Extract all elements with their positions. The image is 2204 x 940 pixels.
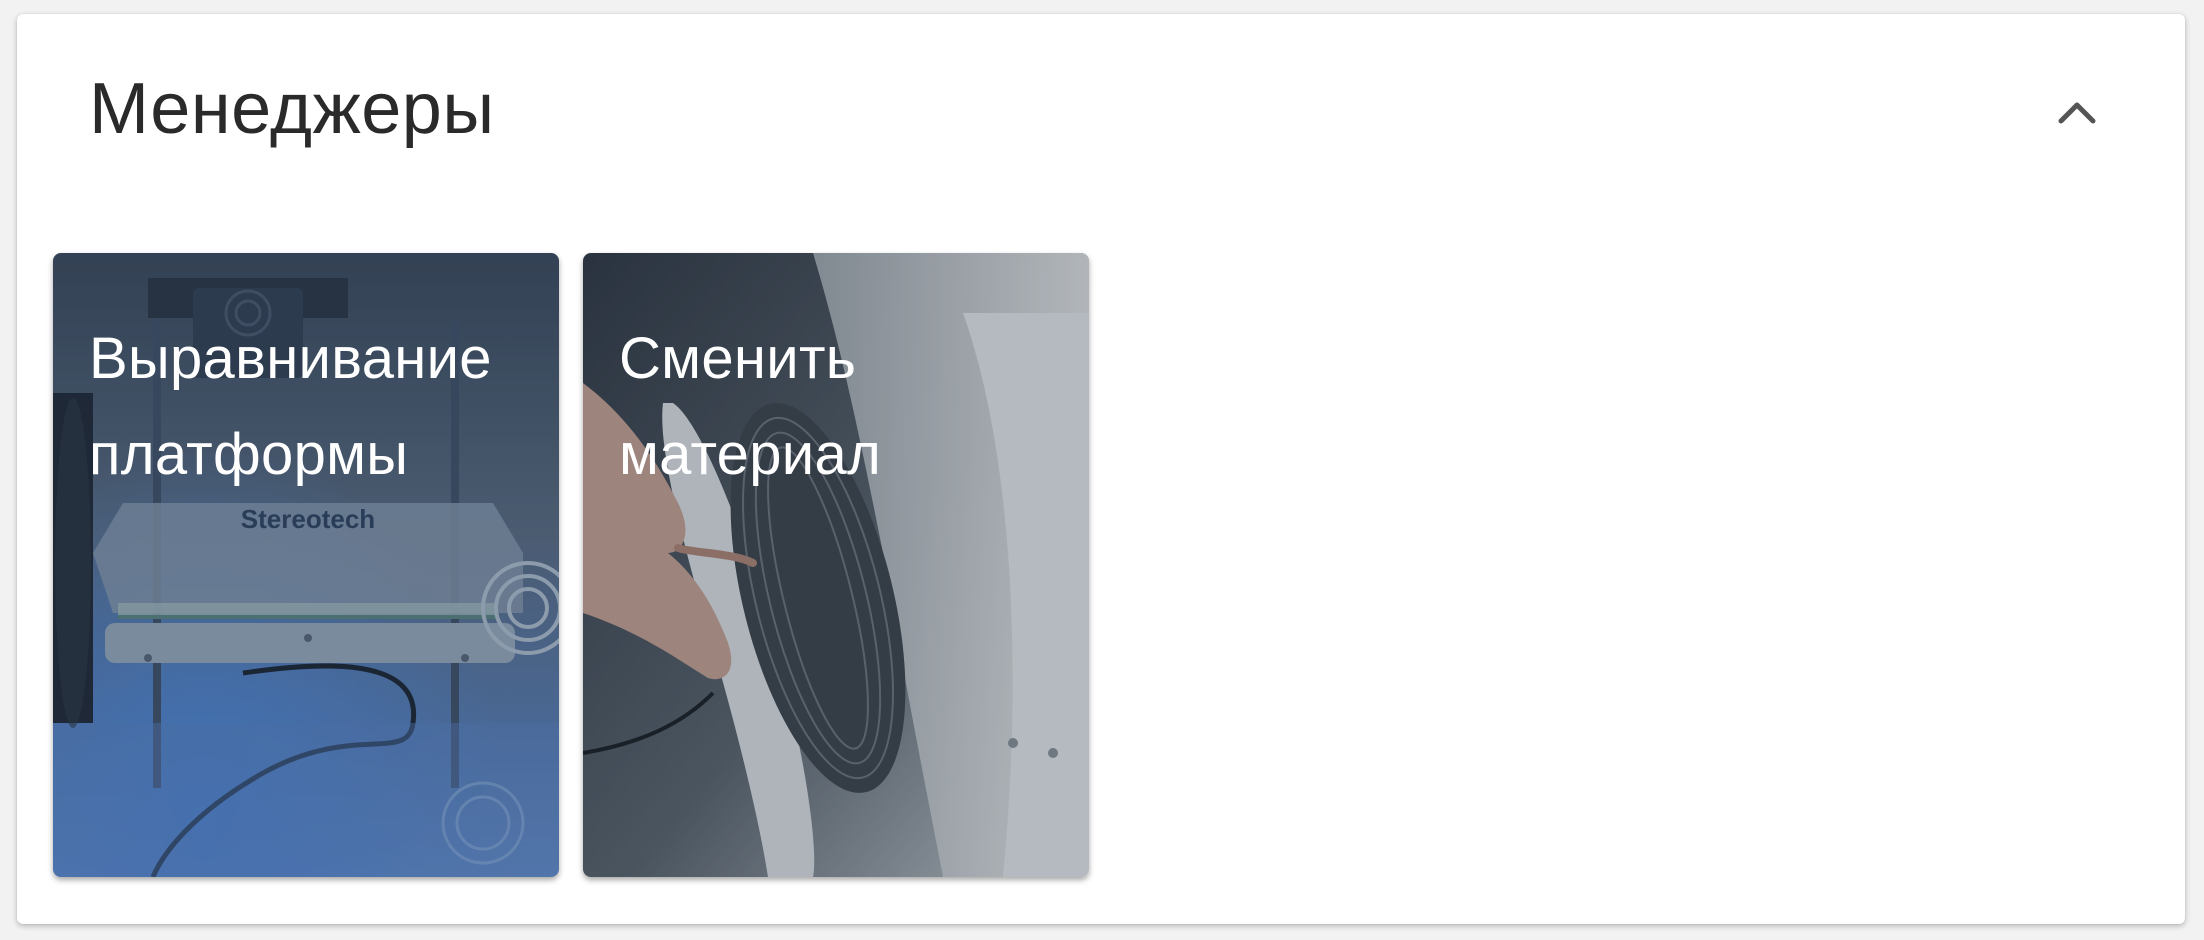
tile-change-material[interactable]: Сменить материал xyxy=(583,253,1089,877)
tile-platform-leveling[interactable]: Stereotech Выравнивание платформы xyxy=(53,253,559,877)
tile-label: Выравнивание платформы xyxy=(89,326,492,487)
tile-label: Сменить материал xyxy=(619,326,882,487)
collapse-button[interactable] xyxy=(2047,82,2107,142)
manager-tiles: Stereotech Выравнивание платформы Сменит… xyxy=(53,253,1089,877)
section-title: Менеджеры xyxy=(89,69,495,149)
chevron-up-icon xyxy=(2058,102,2096,124)
managers-panel: Менеджеры Stereotech Выравнивание платфо… xyxy=(17,14,2185,924)
